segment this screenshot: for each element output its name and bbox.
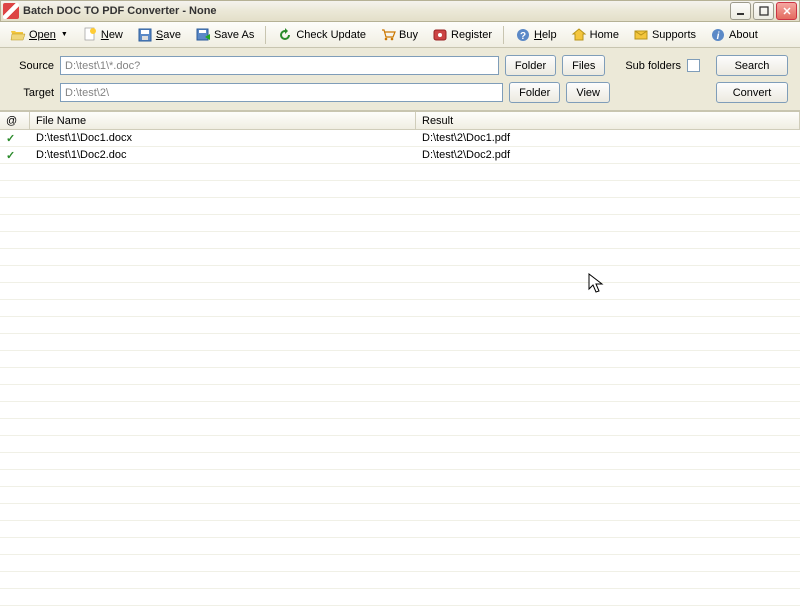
refresh-icon <box>277 27 293 43</box>
table-row-empty <box>0 215 800 232</box>
table-row-empty <box>0 555 800 572</box>
results-grid: @ File Name Result ✓ D:\test\1\Doc1.docxD… <box>0 111 800 609</box>
subfolders-label: Sub folders <box>625 60 681 72</box>
register-button[interactable]: Register <box>426 24 498 46</box>
home-label: Home <box>590 29 619 41</box>
window-title: Batch DOC TO PDF Converter - None <box>23 5 728 17</box>
target-view-button[interactable]: View <box>566 82 610 103</box>
table-row-empty <box>0 300 800 317</box>
saveas-icon <box>195 27 211 43</box>
separator <box>265 26 266 44</box>
search-button[interactable]: Search <box>716 55 788 76</box>
about-label: About <box>729 29 758 41</box>
table-row-empty <box>0 504 800 521</box>
table-row-empty <box>0 453 800 470</box>
home-icon <box>571 27 587 43</box>
about-button[interactable]: i About <box>704 24 764 46</box>
source-label: Source <box>12 60 54 72</box>
help-label: Help <box>534 29 557 41</box>
target-label: Target <box>12 87 54 99</box>
table-row-empty <box>0 334 800 351</box>
buy-label: Buy <box>399 29 418 41</box>
table-row-empty <box>0 351 800 368</box>
source-folder-button[interactable]: Folder <box>505 55 556 76</box>
check-update-button[interactable]: Check Update <box>271 24 372 46</box>
table-row-empty <box>0 589 800 606</box>
key-icon <box>432 27 448 43</box>
table-row-empty <box>0 181 800 198</box>
check-icon: ✓ <box>6 132 15 145</box>
svg-text:i: i <box>717 31 720 42</box>
help-icon: ? <box>515 27 531 43</box>
table-row-empty <box>0 385 800 402</box>
chevron-down-icon: ▼ <box>61 31 68 38</box>
table-row[interactable]: ✓ D:\test\1\Doc1.docxD:\test\2\Doc1.pdf <box>0 130 800 147</box>
cell-result: D:\test\2\Doc2.pdf <box>416 147 800 163</box>
col-result[interactable]: Result <box>416 112 800 129</box>
cart-icon <box>380 27 396 43</box>
table-row-empty <box>0 266 800 283</box>
minimize-button[interactable] <box>730 2 751 20</box>
close-button[interactable] <box>776 2 797 20</box>
table-row-empty <box>0 368 800 385</box>
register-label: Register <box>451 29 492 41</box>
cell-filename: D:\test\1\Doc2.doc <box>30 147 416 163</box>
check-update-label: Check Update <box>296 29 366 41</box>
folder-open-icon <box>10 27 26 43</box>
save-label: Save <box>156 29 181 41</box>
toolbar: Open ▼ New Save Save As Check Update Buy… <box>0 22 800 48</box>
table-row-empty <box>0 419 800 436</box>
table-row[interactable]: ✓ D:\test\1\Doc2.docD:\test\2\Doc2.pdf <box>0 147 800 164</box>
grid-body: ✓ D:\test\1\Doc1.docxD:\test\2\Doc1.pdf ✓ D… <box>0 130 800 606</box>
grid-header: @ File Name Result <box>0 112 800 130</box>
app-icon <box>3 3 19 19</box>
source-input[interactable] <box>60 56 499 75</box>
table-row-empty <box>0 572 800 589</box>
table-row-empty <box>0 317 800 334</box>
table-row-empty <box>0 198 800 215</box>
source-files-button[interactable]: Files <box>562 55 605 76</box>
open-label: Open <box>29 29 56 41</box>
table-row-empty <box>0 521 800 538</box>
cell-filename: D:\test\1\Doc1.docx <box>30 130 416 146</box>
support-icon <box>633 27 649 43</box>
save-icon <box>137 27 153 43</box>
form-area: Source Folder Files Sub folders Search T… <box>0 48 800 111</box>
info-icon: i <box>710 27 726 43</box>
table-row-empty <box>0 402 800 419</box>
saveas-button[interactable]: Save As <box>189 24 260 46</box>
new-button[interactable]: New <box>76 24 129 46</box>
table-row-empty <box>0 249 800 266</box>
titlebar: Batch DOC TO PDF Converter - None <box>0 0 800 22</box>
saveas-label: Save As <box>214 29 254 41</box>
subfolders-checkbox[interactable] <box>687 59 700 72</box>
table-row-empty <box>0 487 800 504</box>
help-button[interactable]: ? Help <box>509 24 563 46</box>
col-status[interactable]: @ <box>0 112 30 129</box>
open-button[interactable]: Open ▼ <box>4 24 74 46</box>
separator <box>503 26 504 44</box>
new-document-icon <box>82 27 98 43</box>
table-row-empty <box>0 283 800 300</box>
buy-button[interactable]: Buy <box>374 24 424 46</box>
table-row-empty <box>0 470 800 487</box>
table-row-empty <box>0 232 800 249</box>
table-row-empty <box>0 164 800 181</box>
supports-label: Supports <box>652 29 696 41</box>
table-row-empty <box>0 436 800 453</box>
cell-result: D:\test\2\Doc1.pdf <box>416 130 800 146</box>
svg-text:?: ? <box>520 31 526 42</box>
col-filename[interactable]: File Name <box>30 112 416 129</box>
target-input[interactable] <box>60 83 503 102</box>
maximize-button[interactable] <box>753 2 774 20</box>
save-button[interactable]: Save <box>131 24 187 46</box>
new-label: New <box>101 29 123 41</box>
target-folder-button[interactable]: Folder <box>509 82 560 103</box>
table-row-empty <box>0 538 800 555</box>
supports-button[interactable]: Supports <box>627 24 702 46</box>
home-button[interactable]: Home <box>565 24 625 46</box>
check-icon: ✓ <box>6 149 15 162</box>
convert-button[interactable]: Convert <box>716 82 788 103</box>
